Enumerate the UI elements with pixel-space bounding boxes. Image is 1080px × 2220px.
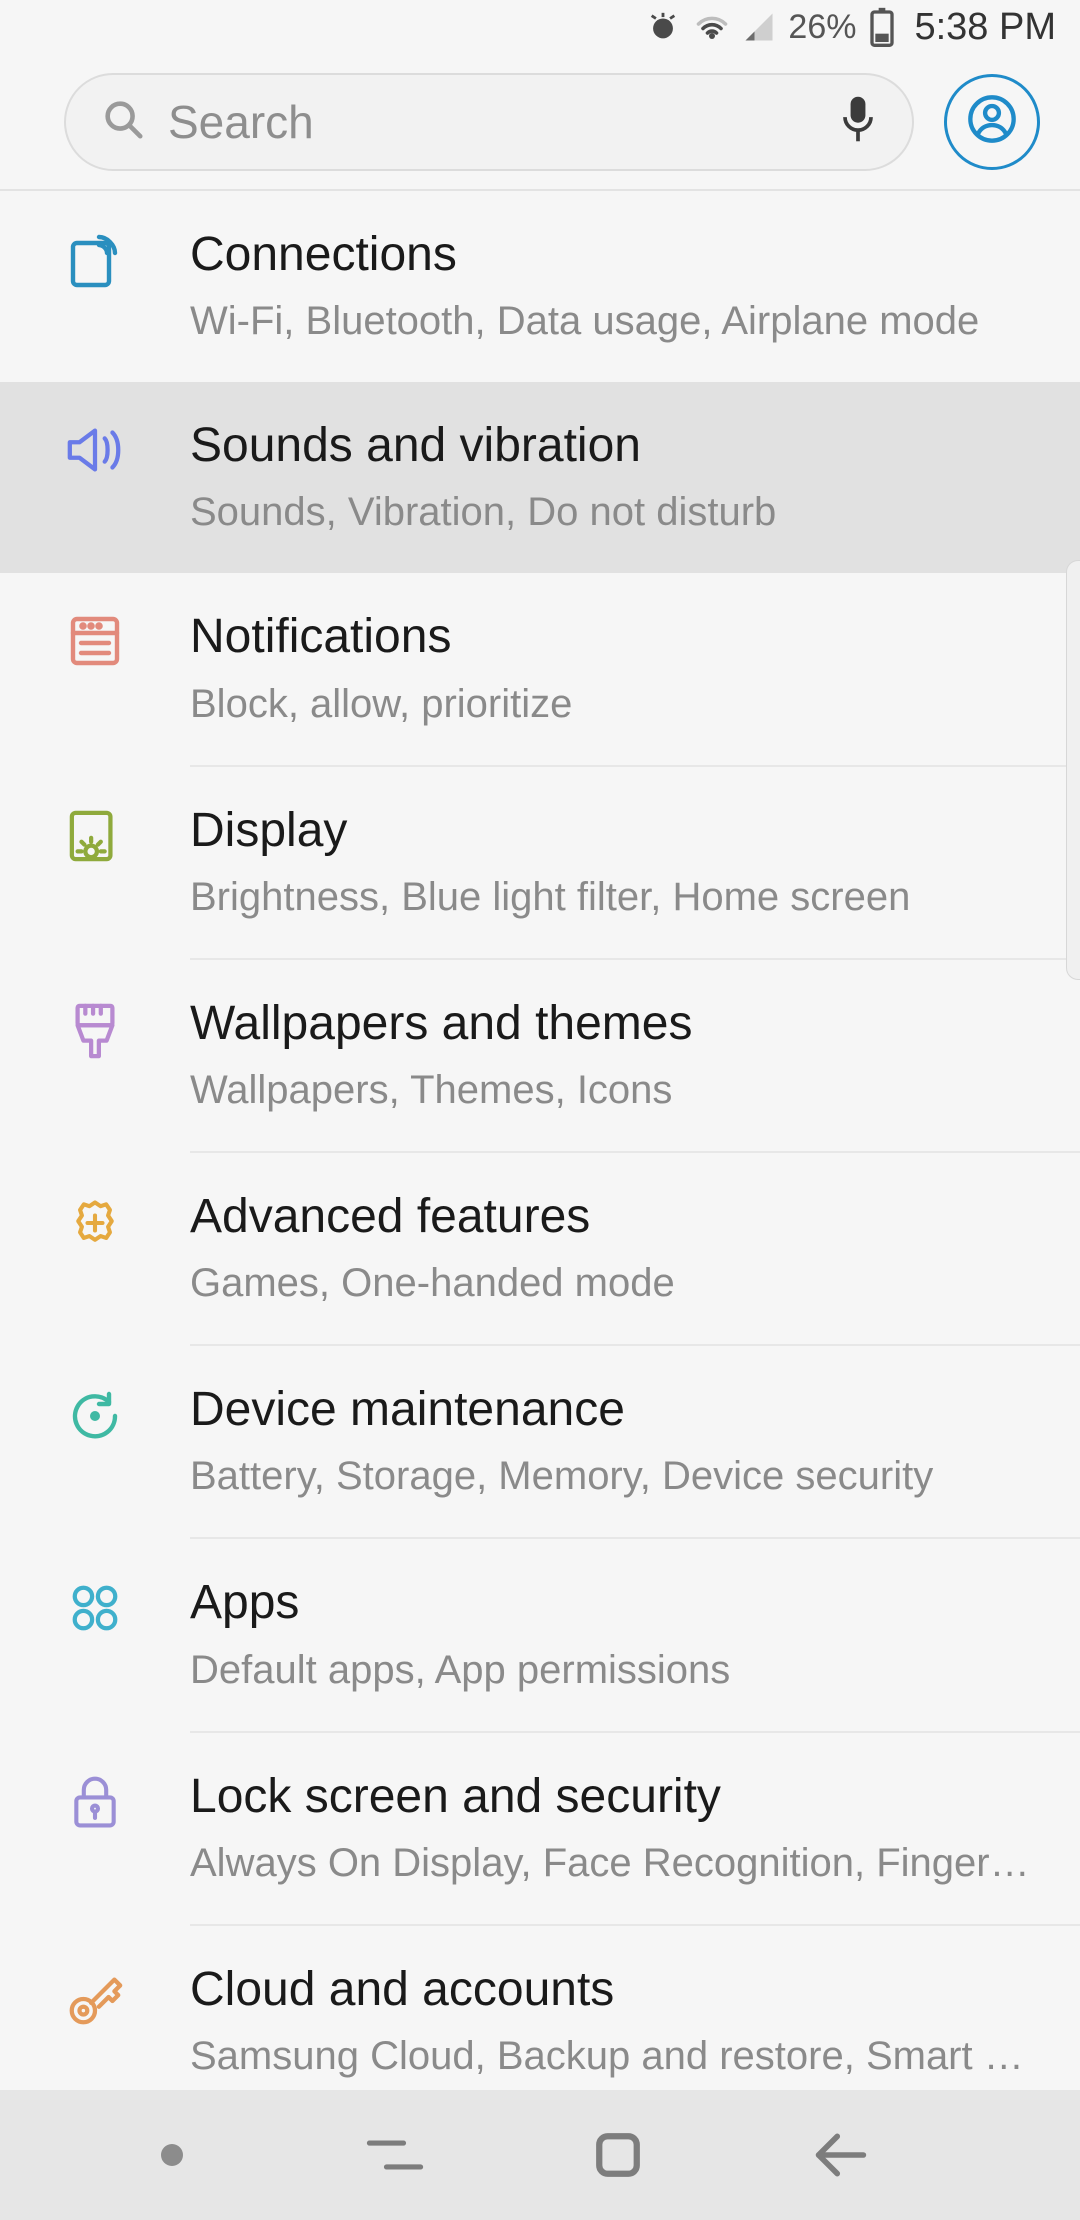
row-subtitle: Sounds, Vibration, Do not disturb [190, 487, 1030, 537]
row-subtitle: Default apps, App permissions [190, 1645, 1030, 1695]
nav-extra-button[interactable] [60, 2144, 283, 2166]
lock-icon [70, 1775, 120, 1836]
speaker-icon [64, 424, 126, 481]
brush-icon [70, 1002, 120, 1065]
settings-row-advanced[interactable]: Advanced features Games, One-handed mode [0, 1153, 1080, 1344]
refresh-circle-icon [67, 1388, 123, 1449]
row-subtitle: Block, allow, prioritize [190, 679, 1030, 729]
wifi-icon [694, 12, 730, 42]
battery-icon [870, 7, 894, 47]
row-title: Advanced features [190, 1189, 1030, 1244]
brightness-tablet-icon [68, 809, 122, 868]
row-subtitle: Wallpapers, Themes, Icons [190, 1065, 1030, 1115]
row-subtitle: Always On Display, Face Recognition, Fin… [190, 1838, 1030, 1888]
settings-list: Connections Wi-Fi, Bluetooth, Data usage,… [0, 189, 1080, 2117]
system-nav-bar [0, 2090, 1080, 2220]
settings-row-wallpapers[interactable]: Wallpapers and themes Wallpapers, Themes,… [0, 960, 1080, 1151]
panel-icon [69, 615, 121, 672]
mic-icon[interactable] [838, 93, 878, 150]
status-bar: 26% 5:38 PM [0, 0, 1080, 54]
gear-plus-icon [67, 1195, 123, 1256]
battery-percent: 26% [788, 8, 856, 47]
search-icon [100, 96, 146, 147]
row-title: Sounds and vibration [190, 418, 1030, 473]
dot-icon [161, 2144, 183, 2166]
cell-signal-icon [744, 12, 774, 42]
row-subtitle: Wi-Fi, Bluetooth, Data usage, Airplane m… [190, 296, 1030, 346]
search-row [0, 54, 1080, 189]
settings-row-notifications[interactable]: Notifications Block, allow, prioritize [0, 573, 1080, 764]
settings-row-display[interactable]: Display Brightness, Blue light filter, Ho… [0, 767, 1080, 958]
row-title: Apps [190, 1575, 1030, 1630]
settings-row-connections[interactable]: Connections Wi-Fi, Bluetooth, Data usage,… [0, 191, 1080, 382]
row-subtitle: Battery, Storage, Memory, Device securit… [190, 1451, 1030, 1501]
nav-recents-button[interactable] [283, 2133, 506, 2177]
settings-row-lockscreen[interactable]: Lock screen and security Always On Displa… [0, 1733, 1080, 1924]
row-title: Connections [190, 227, 1030, 282]
row-title: Wallpapers and themes [190, 996, 1030, 1051]
settings-row-sounds[interactable]: Sounds and vibration Sounds, Vibration, D… [0, 382, 1080, 573]
scroll-indicator[interactable] [1066, 560, 1080, 980]
row-title: Display [190, 803, 1030, 858]
nav-back-button[interactable] [730, 2131, 953, 2179]
key-icon [64, 1968, 126, 2035]
row-title: Cloud and accounts [190, 1962, 1030, 2017]
settings-row-maintenance[interactable]: Device maintenance Battery, Storage, Memo… [0, 1346, 1080, 1537]
four-dots-icon [68, 1581, 122, 1640]
nav-home-button[interactable] [507, 2130, 730, 2180]
row-subtitle: Brightness, Blue light filter, Home scre… [190, 872, 1030, 922]
sim-signal-icon [69, 233, 121, 294]
settings-row-apps[interactable]: Apps Default apps, App permissions [0, 1539, 1080, 1730]
search-field[interactable] [64, 73, 914, 171]
account-icon [966, 93, 1018, 150]
row-title: Device maintenance [190, 1382, 1030, 1437]
row-subtitle: Samsung Cloud, Backup and restore, Smart… [190, 2031, 1030, 2081]
account-button[interactable] [944, 74, 1040, 170]
search-input[interactable] [168, 95, 816, 149]
clock-time: 5:38 PM [914, 6, 1056, 49]
alarm-icon [646, 10, 680, 44]
row-title: Lock screen and security [190, 1769, 1030, 1824]
row-subtitle: Games, One-handed mode [190, 1258, 1030, 1308]
row-title: Notifications [190, 609, 1030, 664]
settings-row-cloud[interactable]: Cloud and accounts Samsung Cloud, Backup … [0, 1926, 1080, 2117]
